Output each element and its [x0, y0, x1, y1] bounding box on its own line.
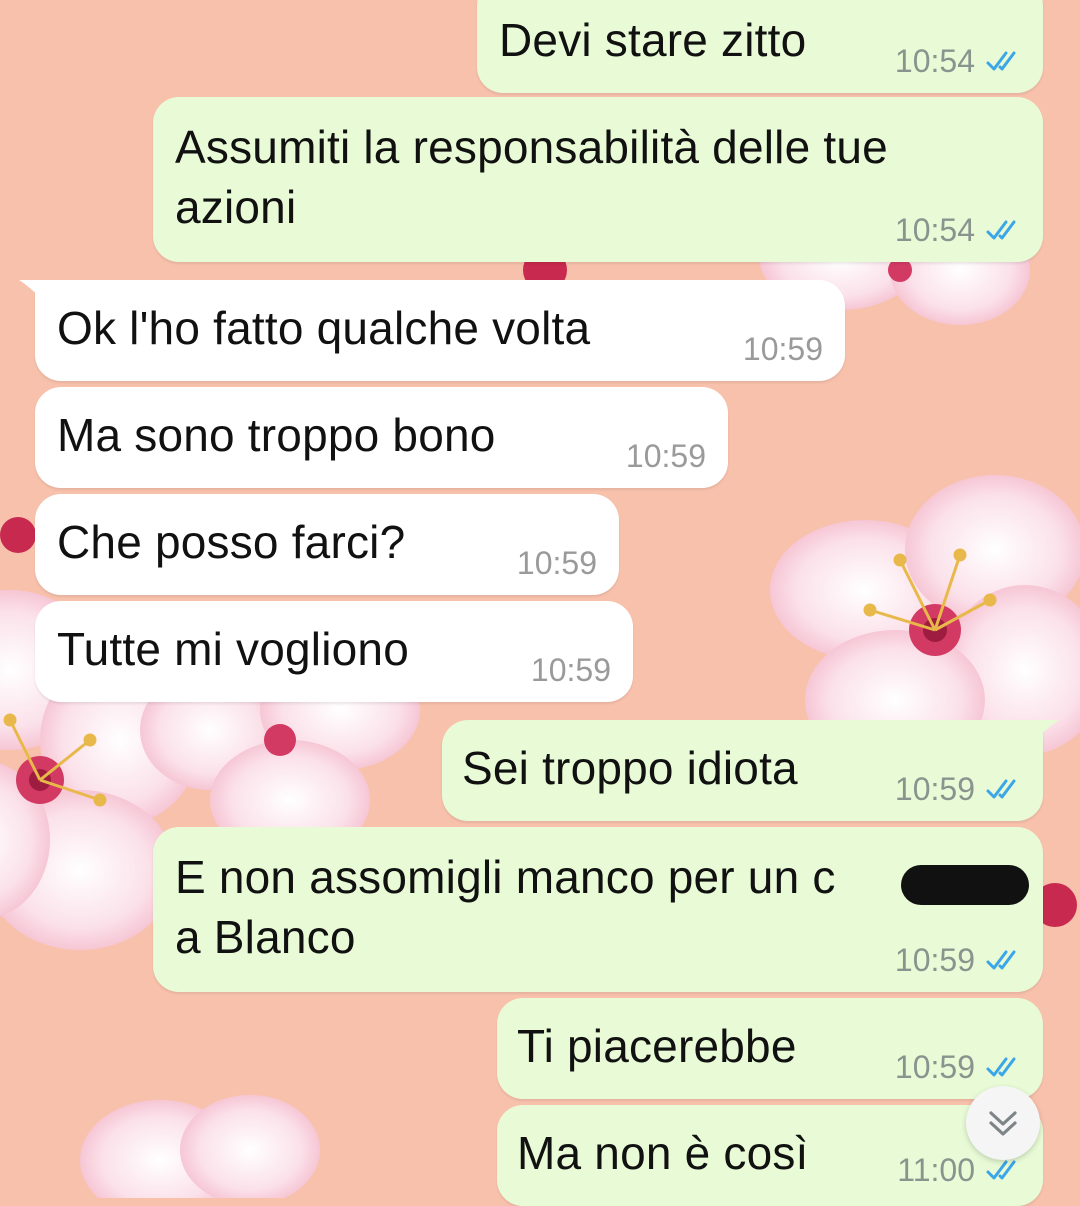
message-bubble-outgoing[interactable]: Assumiti la responsabilità delle tue azi… [153, 97, 1043, 262]
scroll-to-bottom-button[interactable] [966, 1086, 1040, 1160]
message-bubble-outgoing[interactable]: Devi stare zitto 10:54 [477, 0, 1043, 93]
message-meta: 10:54 [895, 43, 1021, 79]
message-text-line: E non assomigli manco per un c [175, 851, 836, 903]
message-time: 10:54 [894, 212, 975, 248]
message-time: 11:00 [897, 1152, 975, 1188]
message-time: 10:59 [894, 1049, 975, 1085]
message-text: Ma non è così [517, 1127, 809, 1179]
message-text: Tutte mi vogliono [57, 623, 409, 675]
message-text-line: a Blanco [175, 911, 356, 963]
message-bubble-outgoing[interactable]: E non assomigli manco per un c a Blanco … [153, 827, 1043, 992]
message-meta: 10:59 [895, 771, 1021, 807]
message-text-line: azioni [175, 181, 297, 233]
message-text-line: Assumiti la responsabilità delle tue [175, 121, 888, 173]
redaction-mark [901, 865, 1029, 905]
double-check-icon [986, 51, 1016, 71]
message-bubble-outgoing[interactable]: Sei troppo idiota 10:59 [442, 720, 1059, 821]
message-time: 10:59 [894, 942, 975, 978]
double-check-icon [986, 1057, 1016, 1077]
double-check-icon [986, 1160, 1016, 1180]
message-time: 10:59 [894, 771, 975, 807]
message-text: Ok l'ho fatto qualche volta [57, 302, 591, 354]
message-meta: 10:59 [626, 438, 706, 474]
message-meta: 10:59 [895, 942, 1021, 978]
message-text: Devi stare zitto [499, 14, 807, 66]
message-bubble-incoming[interactable]: Che posso farci? 10:59 [35, 494, 619, 595]
message-text: Sei troppo idiota [462, 742, 798, 794]
double-check-icon [986, 220, 1016, 240]
message-time: 10:59 [742, 331, 823, 367]
message-time: 10:59 [530, 652, 611, 688]
message-text: Ti piacerebbe [517, 1020, 797, 1072]
message-meta: 10:54 [895, 212, 1021, 248]
message-bubble-outgoing[interactable]: Ma non è così 11:00 [497, 1105, 1043, 1206]
message-meta: 10:59 [743, 331, 823, 367]
message-text: Ma sono troppo bono [57, 409, 496, 461]
message-time: 10:59 [625, 438, 706, 474]
message-time: 10:59 [516, 545, 597, 581]
double-chevron-down-icon [989, 1111, 1017, 1136]
message-time: 10:54 [894, 43, 975, 79]
bubble-tail [1029, 720, 1059, 746]
message-bubble-incoming[interactable]: Ok l'ho fatto qualche volta 10:59 [19, 280, 845, 381]
message-meta: 10:59 [517, 545, 597, 581]
message-bubble-incoming[interactable]: Ma sono troppo bono 10:59 [35, 387, 728, 488]
message-text: Che posso farci? [57, 516, 406, 568]
message-bubble-outgoing[interactable]: Ti piacerebbe 10:59 [497, 998, 1043, 1099]
double-check-icon [986, 950, 1016, 970]
bubble-tail [19, 280, 49, 306]
message-meta: 10:59 [895, 1049, 1021, 1085]
message-meta: 10:59 [531, 652, 611, 688]
double-check-icon [986, 779, 1016, 799]
message-bubble-incoming[interactable]: Tutte mi vogliono 10:59 [35, 601, 633, 702]
